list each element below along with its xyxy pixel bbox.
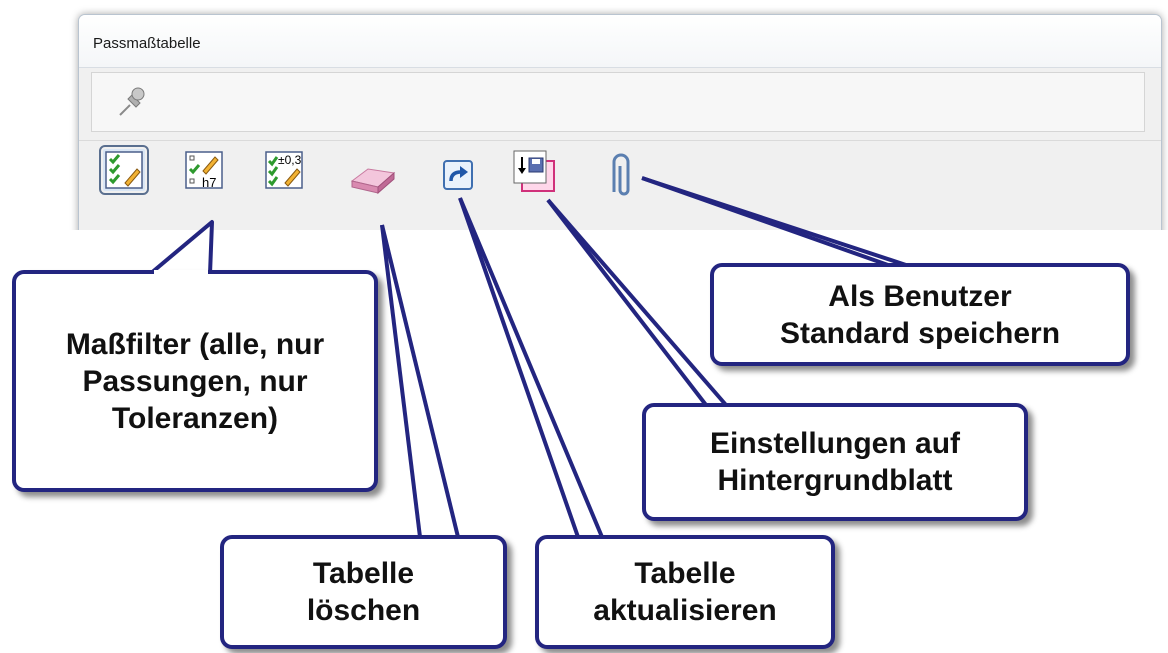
window-title: Passmaßtabelle	[93, 35, 201, 52]
filter-all-button[interactable]	[99, 145, 149, 195]
h7-label: h7	[202, 175, 216, 190]
filter-tolerances-button[interactable]: ±0,3	[263, 149, 305, 191]
paperclip-icon	[612, 153, 630, 196]
refresh-arrow-icon	[443, 160, 473, 190]
pin-icon[interactable]	[114, 85, 150, 121]
filter-callout: Maßfilter (alle, nur Passungen, nur Tole…	[12, 270, 378, 492]
save-user-default-button[interactable]	[604, 152, 638, 196]
refresh-table-callout: Tabelle aktualisieren	[535, 535, 835, 649]
title-bar: Passmaßtabelle	[79, 15, 1161, 68]
check-list-h7-icon: h7	[185, 151, 223, 190]
tolerance-label: ±0,3	[278, 153, 302, 167]
check-list-tolerance-icon: ±0,3	[265, 151, 303, 189]
background-sheet-callout-text: Einstellungen auf Hintergrundblatt	[709, 427, 961, 497]
refresh-table-callout-text: Tabelle aktualisieren	[593, 557, 777, 627]
user-default-callout: Als Benutzer Standard speichern	[710, 263, 1130, 366]
pin-row	[91, 72, 1145, 132]
check-list-pencil-icon	[105, 151, 143, 189]
filter-fits-button[interactable]: h7	[183, 149, 225, 191]
save-to-background-button[interactable]	[512, 149, 558, 195]
pointer-seam	[154, 270, 208, 278]
filter-callout-text: Maßfilter (alle, nur Passungen, nur Tole…	[65, 327, 325, 435]
delete-table-button[interactable]	[348, 155, 398, 197]
delete-table-callout-text: Tabelle löschen	[306, 557, 421, 627]
refresh-table-button[interactable]	[438, 155, 480, 197]
user-default-callout-text: Als Benutzer Standard speichern	[779, 279, 1061, 350]
eraser-icon	[350, 168, 396, 195]
save-sheet-icon	[513, 150, 555, 192]
delete-table-callout: Tabelle löschen	[220, 535, 507, 649]
background-sheet-callout: Einstellungen auf Hintergrundblatt	[642, 403, 1028, 521]
